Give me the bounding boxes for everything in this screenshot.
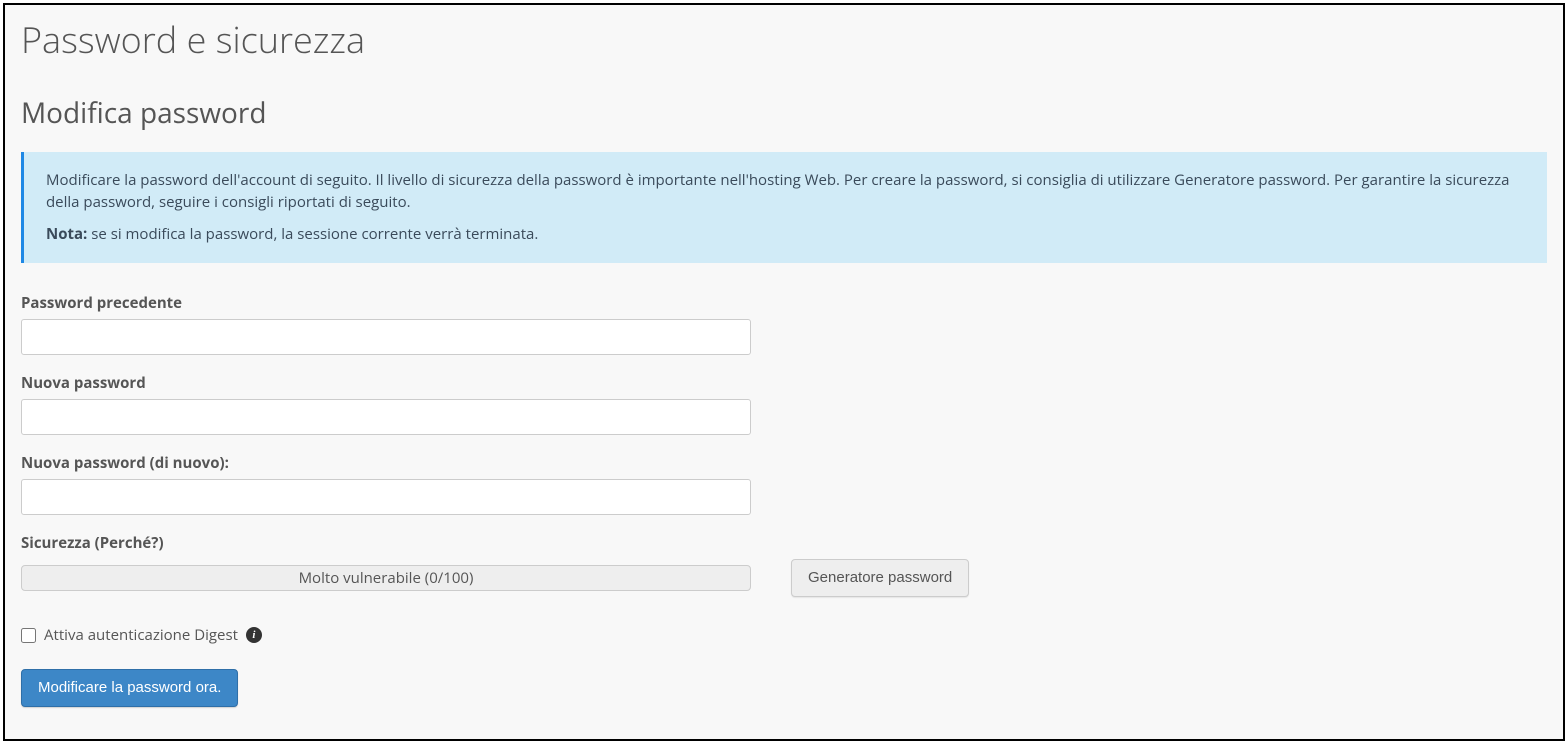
section-title: Modifica password xyxy=(21,94,1547,132)
info-icon[interactable]: i xyxy=(246,627,262,643)
info-note-label: Nota: xyxy=(46,224,87,244)
old-password-input[interactable] xyxy=(21,319,751,355)
confirm-password-input[interactable] xyxy=(21,479,751,515)
info-callout: Modificare la password dell'account di s… xyxy=(21,152,1547,263)
strength-label: Sicurezza (Perché?) xyxy=(21,533,1547,553)
password-strength-meter: Molto vulnerabile (0/100) xyxy=(21,565,751,591)
new-password-input[interactable] xyxy=(21,399,751,435)
info-note: Nota: se si modifica la password, la ses… xyxy=(46,224,1525,246)
info-note-text: se si modifica la password, la sessione … xyxy=(87,224,538,244)
old-password-label: Password precedente xyxy=(21,293,1547,313)
digest-auth-label[interactable]: Attiva autenticazione Digest xyxy=(44,625,238,645)
generate-password-button[interactable]: Generatore password xyxy=(791,559,969,597)
page-title: Password e sicurezza xyxy=(21,15,1547,64)
confirm-password-label: Nuova password (di nuovo): xyxy=(21,453,1547,473)
info-paragraph: Modificare la password dell'account di s… xyxy=(46,170,1525,214)
new-password-label: Nuova password xyxy=(21,373,1547,393)
digest-auth-checkbox[interactable] xyxy=(21,628,36,643)
submit-button[interactable]: Modificare la password ora. xyxy=(21,669,238,707)
